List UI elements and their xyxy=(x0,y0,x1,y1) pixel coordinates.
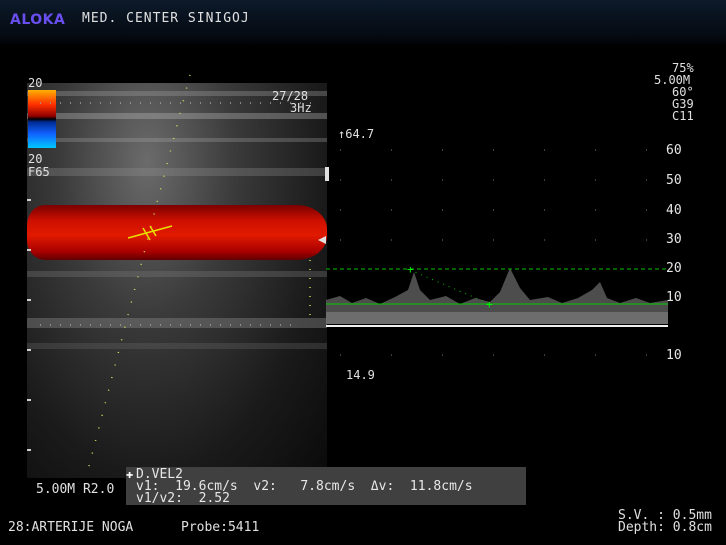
scale-tick-40: 40 xyxy=(666,203,682,218)
scale-tick-neg10: 10 xyxy=(666,348,682,363)
spectral-baseline xyxy=(326,325,668,327)
scale-tick-10: 10 xyxy=(666,290,682,305)
gate-depth: Depth: 0.8cm xyxy=(618,520,712,535)
svg-text:+: + xyxy=(407,263,414,276)
color-box-outline xyxy=(40,102,320,326)
overlay-graphics: + + xyxy=(27,74,668,471)
velocity-min-label: 14.9 xyxy=(346,368,375,382)
velocity-max-label: ↑64.7 xyxy=(338,127,375,141)
scale-tick-30: 30 xyxy=(666,232,682,247)
image-marker xyxy=(325,167,329,181)
exam-preset: 28:ARTERIJE NOGA xyxy=(8,520,134,535)
scale-tick-60: 60 xyxy=(666,143,682,158)
measurement-row-ratio: v1/v2: 2.52 xyxy=(136,491,230,506)
bmode-freq-label: 5.00M R2.0 xyxy=(36,482,115,497)
svg-text:+: + xyxy=(486,298,493,311)
contrast-setting: C11 xyxy=(672,109,694,123)
scale-tick-20: 20 xyxy=(666,261,682,276)
steer-line xyxy=(87,74,191,471)
doppler-gate-cursor xyxy=(127,225,173,241)
scale-tick-50: 50 xyxy=(666,173,682,188)
measurement-panel: ✚ D.VEL2 v1: 19.6cm/s v2: 7.8cm/s Δv: 11… xyxy=(126,467,526,506)
depth-ticks xyxy=(27,199,31,451)
probe-label: Probe:5411 xyxy=(181,520,260,535)
measurement-icon: ✚ xyxy=(126,467,134,481)
